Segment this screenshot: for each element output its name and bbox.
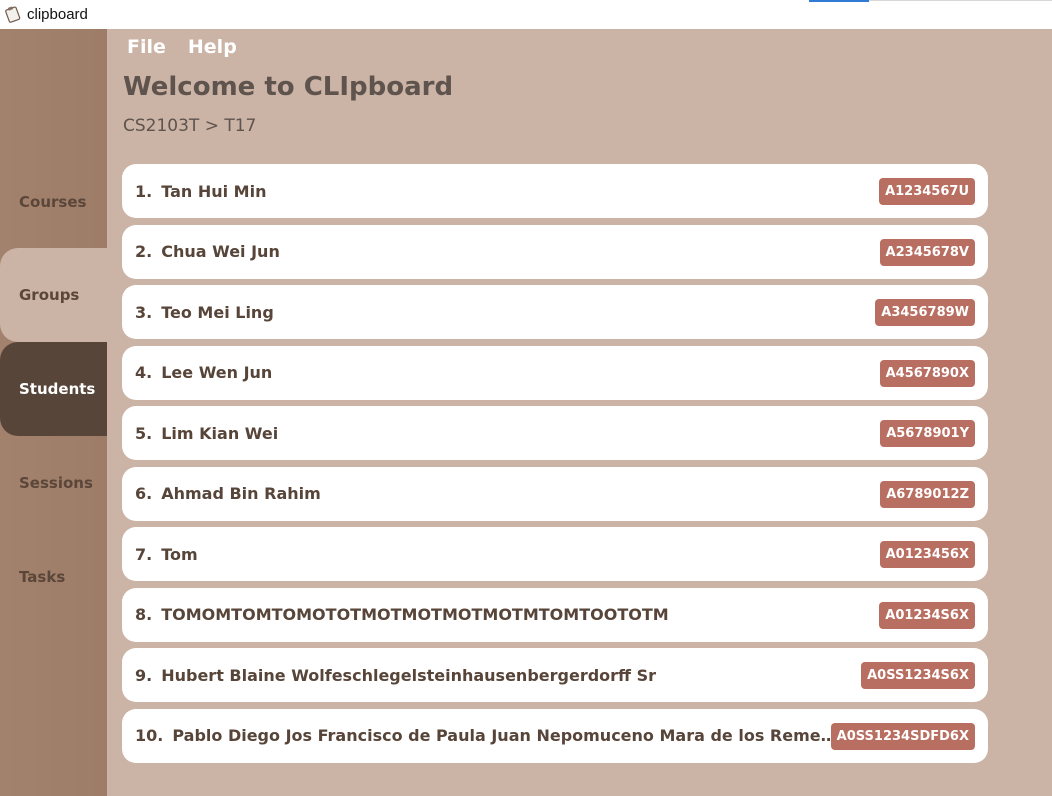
student-index: 1. — [135, 181, 153, 201]
student-id-badge: A5678901Y — [880, 420, 975, 447]
student-index: 6. — [135, 484, 153, 503]
breadcrumb: CS2103T > T17 — [123, 116, 257, 136]
student-name: Tom — [161, 544, 198, 564]
sidebar-item-courses[interactable]: Courses — [0, 155, 107, 249]
student-index: 2. — [135, 242, 153, 261]
student-row[interactable]: 8. TOMOMTOMTOMOTOTMOTMOTMOTMOTMTOMTOOTOT… — [122, 587, 988, 642]
student-id-badge: A4567890X — [879, 359, 975, 387]
student-id-badge: A6789012Z — [880, 480, 975, 508]
window-titlebar: clipboard — [0, 0, 1052, 29]
sidebar-item-sessions[interactable]: Sessions — [0, 436, 107, 530]
student-row[interactable]: 4. Lee Wen Jun A4567890X — [122, 345, 988, 400]
student-row[interactable]: 1. Tan Hui Min A1234567U — [122, 164, 988, 218]
student-row[interactable]: 3. Teo Mei Ling A3456789W — [122, 285, 988, 339]
student-name: Pablo Diego Jos Francisco de Paula Juan … — [172, 726, 840, 745]
menu-bar: File Help — [107, 29, 259, 65]
student-index: 3. — [135, 302, 153, 322]
student-row[interactable]: 2. Chua Wei Jun A2345678V — [122, 224, 988, 279]
student-id-badge: A3456789W — [875, 299, 975, 326]
student-id-badge: A2345678V — [879, 238, 975, 266]
student-name: Lee Wen Jun — [161, 363, 273, 382]
titlebar-divider — [869, 0, 1052, 1]
sidebar-item-label: Tasks — [19, 568, 66, 586]
student-name: Hubert Blaine Wolfeschlegelsteinhausenbe… — [161, 665, 656, 685]
student-index: 9. — [135, 665, 153, 685]
student-id-badge: A1234567U — [879, 178, 975, 205]
student-index: 5. — [135, 423, 153, 443]
student-name: Lim Kian Wei — [161, 423, 279, 443]
student-row[interactable]: 6. Ahmad Bin Rahim A6789012Z — [122, 466, 988, 521]
student-index: 7. — [135, 544, 153, 564]
student-index: 8. — [135, 605, 153, 624]
sidebar-item-label: Courses — [19, 193, 87, 211]
sidebar-item-groups[interactable]: Groups — [0, 248, 107, 342]
sidebar-item-students[interactable]: Students — [0, 342, 107, 436]
student-name: Teo Mei Ling — [161, 302, 274, 322]
sidebar-item-label: Sessions — [19, 474, 93, 492]
sidebar-item-label: Groups — [19, 286, 80, 304]
student-row[interactable]: 7. Tom A0123456X — [122, 527, 988, 581]
student-row[interactable]: 10. Pablo Diego Jos Francisco de Paula J… — [122, 708, 988, 763]
student-id-badge: A0SS1234S6X — [861, 662, 975, 689]
student-row[interactable]: 5. Lim Kian Wei A5678901Y — [122, 406, 988, 460]
sidebar: Courses Groups Students Sessions Tasks — [0, 29, 107, 796]
student-name: Chua Wei Jun — [161, 242, 280, 261]
student-list: 1. Tan Hui Min A1234567U 2. Chua Wei Jun… — [122, 164, 988, 769]
student-row[interactable]: 9. Hubert Blaine Wolfeschlegelsteinhause… — [122, 648, 988, 702]
student-index: 10. — [135, 726, 164, 745]
student-name: Tan Hui Min — [161, 181, 267, 201]
student-name: TOMOMTOMTOMOTOTMOTMOTMOTMOTMTOMTOOTOTM — [161, 605, 669, 624]
page-title: Welcome to CLIpboard — [123, 72, 454, 102]
window-title: clipboard — [27, 6, 88, 23]
clipboard-app-icon — [5, 6, 21, 23]
menu-help[interactable]: Help — [188, 36, 237, 58]
sidebar-item-label: Students — [19, 380, 96, 398]
student-name: Ahmad Bin Rahim — [161, 484, 321, 503]
titlebar-accent — [809, 0, 869, 2]
student-id-badge: A0SS1234SDFD6X — [830, 722, 975, 750]
menu-file[interactable]: File — [127, 36, 166, 58]
student-id-badge: A0123456X — [879, 541, 975, 568]
student-index: 4. — [135, 363, 153, 382]
sidebar-item-tasks[interactable]: Tasks — [0, 530, 107, 624]
student-id-badge: A01234S6X — [879, 601, 975, 629]
